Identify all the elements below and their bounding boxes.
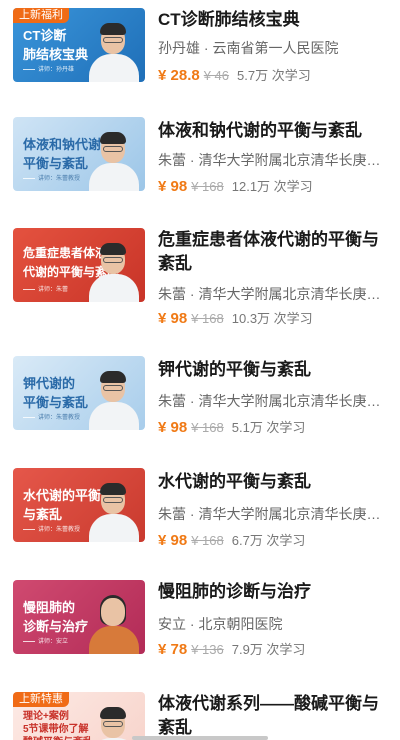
hospital-name: 清华大学附属北京清华长庚医院 — [198, 393, 390, 409]
hospital-name: 清华大学附属北京清华长庚医院 — [198, 506, 390, 522]
learner-count: 5.7万 次学习 — [237, 68, 311, 83]
original-price: ¥ 168 — [191, 533, 224, 548]
price-row: ¥ 98 ¥ 168 12.1万 次学习 — [158, 176, 390, 196]
hospital-name: 清华大学附属北京清华长庚医院 — [198, 152, 390, 168]
course-item[interactable]: 慢阻肺的 诊断与治疗 讲师：安立 慢阻肺的诊断与治疗 安立 · 北京朝阳医院 ¥… — [0, 580, 400, 695]
course-title[interactable]: 体液和钠代谢的平衡与紊乱 — [158, 119, 390, 143]
current-price: ¥ 98 — [158, 178, 188, 195]
home-indicator — [132, 736, 268, 740]
thumbnail-lecturer: 讲师：孙丹雄 — [23, 64, 74, 73]
thumbnail-title: 钾代谢的 平衡与紊乱 — [23, 376, 89, 410]
price-row: ¥ 98 ¥ 168 5.1万 次学习 — [158, 417, 390, 437]
original-price: ¥ 168 — [191, 179, 224, 194]
lecturer-photo — [87, 702, 141, 740]
price-row: ¥ 78 ¥ 136 7.9万 次学习 — [158, 639, 390, 659]
price-row: ¥ 98 ¥ 168 6.7万 次学习 — [158, 530, 390, 550]
course-thumbnail[interactable]: 慢阻肺的 诊断与治疗 讲师：安立 — [13, 580, 145, 654]
course-title[interactable]: 钾代谢的平衡与紊乱 — [158, 358, 390, 382]
course-item[interactable]: CT诊断 肺结核宝典 讲师：孙丹雄 上新福利 CT诊断肺结核宝典 孙丹雄 · 云… — [0, 8, 400, 123]
lecturer-photo — [87, 590, 141, 654]
teacher-name: 朱蕾 — [158, 393, 186, 409]
thumbnail-lecturer: 讲师：安立 — [23, 636, 68, 645]
course-title[interactable]: CT诊断肺结核宝典 — [158, 8, 390, 32]
course-meta: 安立 · 北京朝阳医院 — [158, 616, 283, 632]
promo-badge: 上新福利 — [13, 8, 69, 23]
teacher-name: 朱蕾 — [158, 152, 186, 168]
learner-count: 6.7万 次学习 — [231, 533, 306, 548]
learner-count: 7.9万 次学习 — [231, 642, 306, 657]
current-price: ¥ 98 — [158, 310, 188, 327]
learner-count: 5.1万 次学习 — [231, 420, 306, 435]
lecturer-photo — [87, 127, 141, 191]
original-price: ¥ 168 — [191, 420, 224, 435]
course-item[interactable]: 体液和钠代谢的 平衡与紊乱 讲师：朱蕾教授 体液和钠代谢的平衡与紊乱 朱蕾 · … — [0, 117, 400, 232]
original-price: ¥ 168 — [191, 311, 224, 326]
course-thumbnail[interactable]: 体液和钠代谢的 平衡与紊乱 讲师：朱蕾教授 — [13, 117, 145, 191]
thumbnail-title: CT诊断 肺结核宝典 — [23, 28, 89, 62]
teacher-name: 孙丹雄 — [158, 40, 200, 56]
lecturer-photo — [87, 366, 141, 430]
hospital-name: 清华大学附属北京清华长庚医院 — [198, 286, 390, 302]
thumbnail-lecturer: 讲师：朱蕾教授 — [23, 173, 80, 182]
course-item[interactable]: 理论+案例 5节课带你了解 酸碱平衡与紊乱 上新特惠 体液代谢系列——酸碱平衡与… — [0, 692, 400, 740]
course-thumbnail[interactable]: 理论+案例 5节课带你了解 酸碱平衡与紊乱 上新特惠 — [13, 692, 145, 740]
thumbnail-lecturer: 讲师：朱蕾教授 — [23, 412, 80, 421]
learner-count: 12.1万 次学习 — [231, 179, 313, 194]
teacher-name: 安立 — [158, 616, 186, 632]
learner-count: 10.3万 次学习 — [231, 311, 313, 326]
original-price: ¥ 136 — [191, 642, 224, 657]
course-item[interactable]: 危重症患者体液 代谢的平衡与紊乱 讲师：朱蕾 危重症患者体液代谢的平衡与紊乱 朱… — [0, 228, 400, 343]
thumbnail-title: 理论+案例 5节课带你了解 酸碱平衡与紊乱 — [23, 711, 93, 740]
course-title[interactable]: 慢阻肺的诊断与治疗 — [158, 580, 390, 604]
current-price: ¥ 98 — [158, 419, 188, 436]
price-row: ¥ 28.8 ¥ 46 5.7万 次学习 — [158, 65, 390, 85]
course-meta: 朱蕾 · 清华大学附属北京清华长庚医院 — [158, 504, 390, 524]
course-thumbnail[interactable]: 钾代谢的 平衡与紊乱 讲师：朱蕾教授 — [13, 356, 145, 430]
thumbnail-lecturer: 讲师：朱蕾 — [23, 284, 68, 293]
lecturer-photo — [87, 478, 141, 542]
teacher-name: 朱蕾 — [158, 286, 186, 302]
course-item[interactable]: 水代谢的平衡 与紊乱 讲师：朱蕾教授 水代谢的平衡与紊乱 朱蕾 · 清华大学附属… — [0, 468, 400, 583]
hospital-name: 北京朝阳医院 — [198, 616, 283, 632]
course-title[interactable]: 水代谢的平衡与紊乱 — [158, 470, 390, 494]
thumbnail-title: 慢阻肺的 诊断与治疗 — [23, 600, 89, 634]
course-meta: 朱蕾 · 清华大学附属北京清华长庚医院 — [158, 391, 390, 411]
course-meta: 朱蕾 · 清华大学附属北京清华长庚医院 — [158, 150, 390, 170]
course-title[interactable]: 危重症患者体液代谢的平衡与紊乱 — [158, 228, 390, 276]
price-row: ¥ 98 ¥ 168 10.3万 次学习 — [158, 308, 390, 328]
current-price: ¥ 28.8 — [158, 67, 200, 84]
course-item[interactable]: 钾代谢的 平衡与紊乱 讲师：朱蕾教授 钾代谢的平衡与紊乱 朱蕾 · 清华大学附属… — [0, 356, 400, 471]
original-price: ¥ 46 — [203, 68, 230, 83]
current-price: ¥ 78 — [158, 641, 188, 658]
course-meta: 孙丹雄 · 云南省第一人民医院 — [158, 40, 339, 56]
course-title[interactable]: 体液代谢系列——酸碱平衡与紊乱 — [158, 692, 390, 740]
course-thumbnail[interactable]: CT诊断 肺结核宝典 讲师：孙丹雄 上新福利 — [13, 8, 145, 82]
current-price: ¥ 98 — [158, 532, 188, 549]
teacher-name: 朱蕾 — [158, 506, 186, 522]
course-thumbnail[interactable]: 危重症患者体液 代谢的平衡与紊乱 讲师：朱蕾 — [13, 228, 145, 302]
promo-badge: 上新特惠 — [13, 692, 69, 707]
thumbnail-lecturer: 讲师：朱蕾教授 — [23, 524, 80, 533]
hospital-name: 云南省第一人民医院 — [212, 40, 339, 56]
lecturer-photo — [87, 238, 141, 302]
course-meta: 朱蕾 · 清华大学附属北京清华长庚医院 — [158, 284, 390, 304]
course-thumbnail[interactable]: 水代谢的平衡 与紊乱 讲师：朱蕾教授 — [13, 468, 145, 542]
lecturer-photo — [87, 18, 141, 82]
